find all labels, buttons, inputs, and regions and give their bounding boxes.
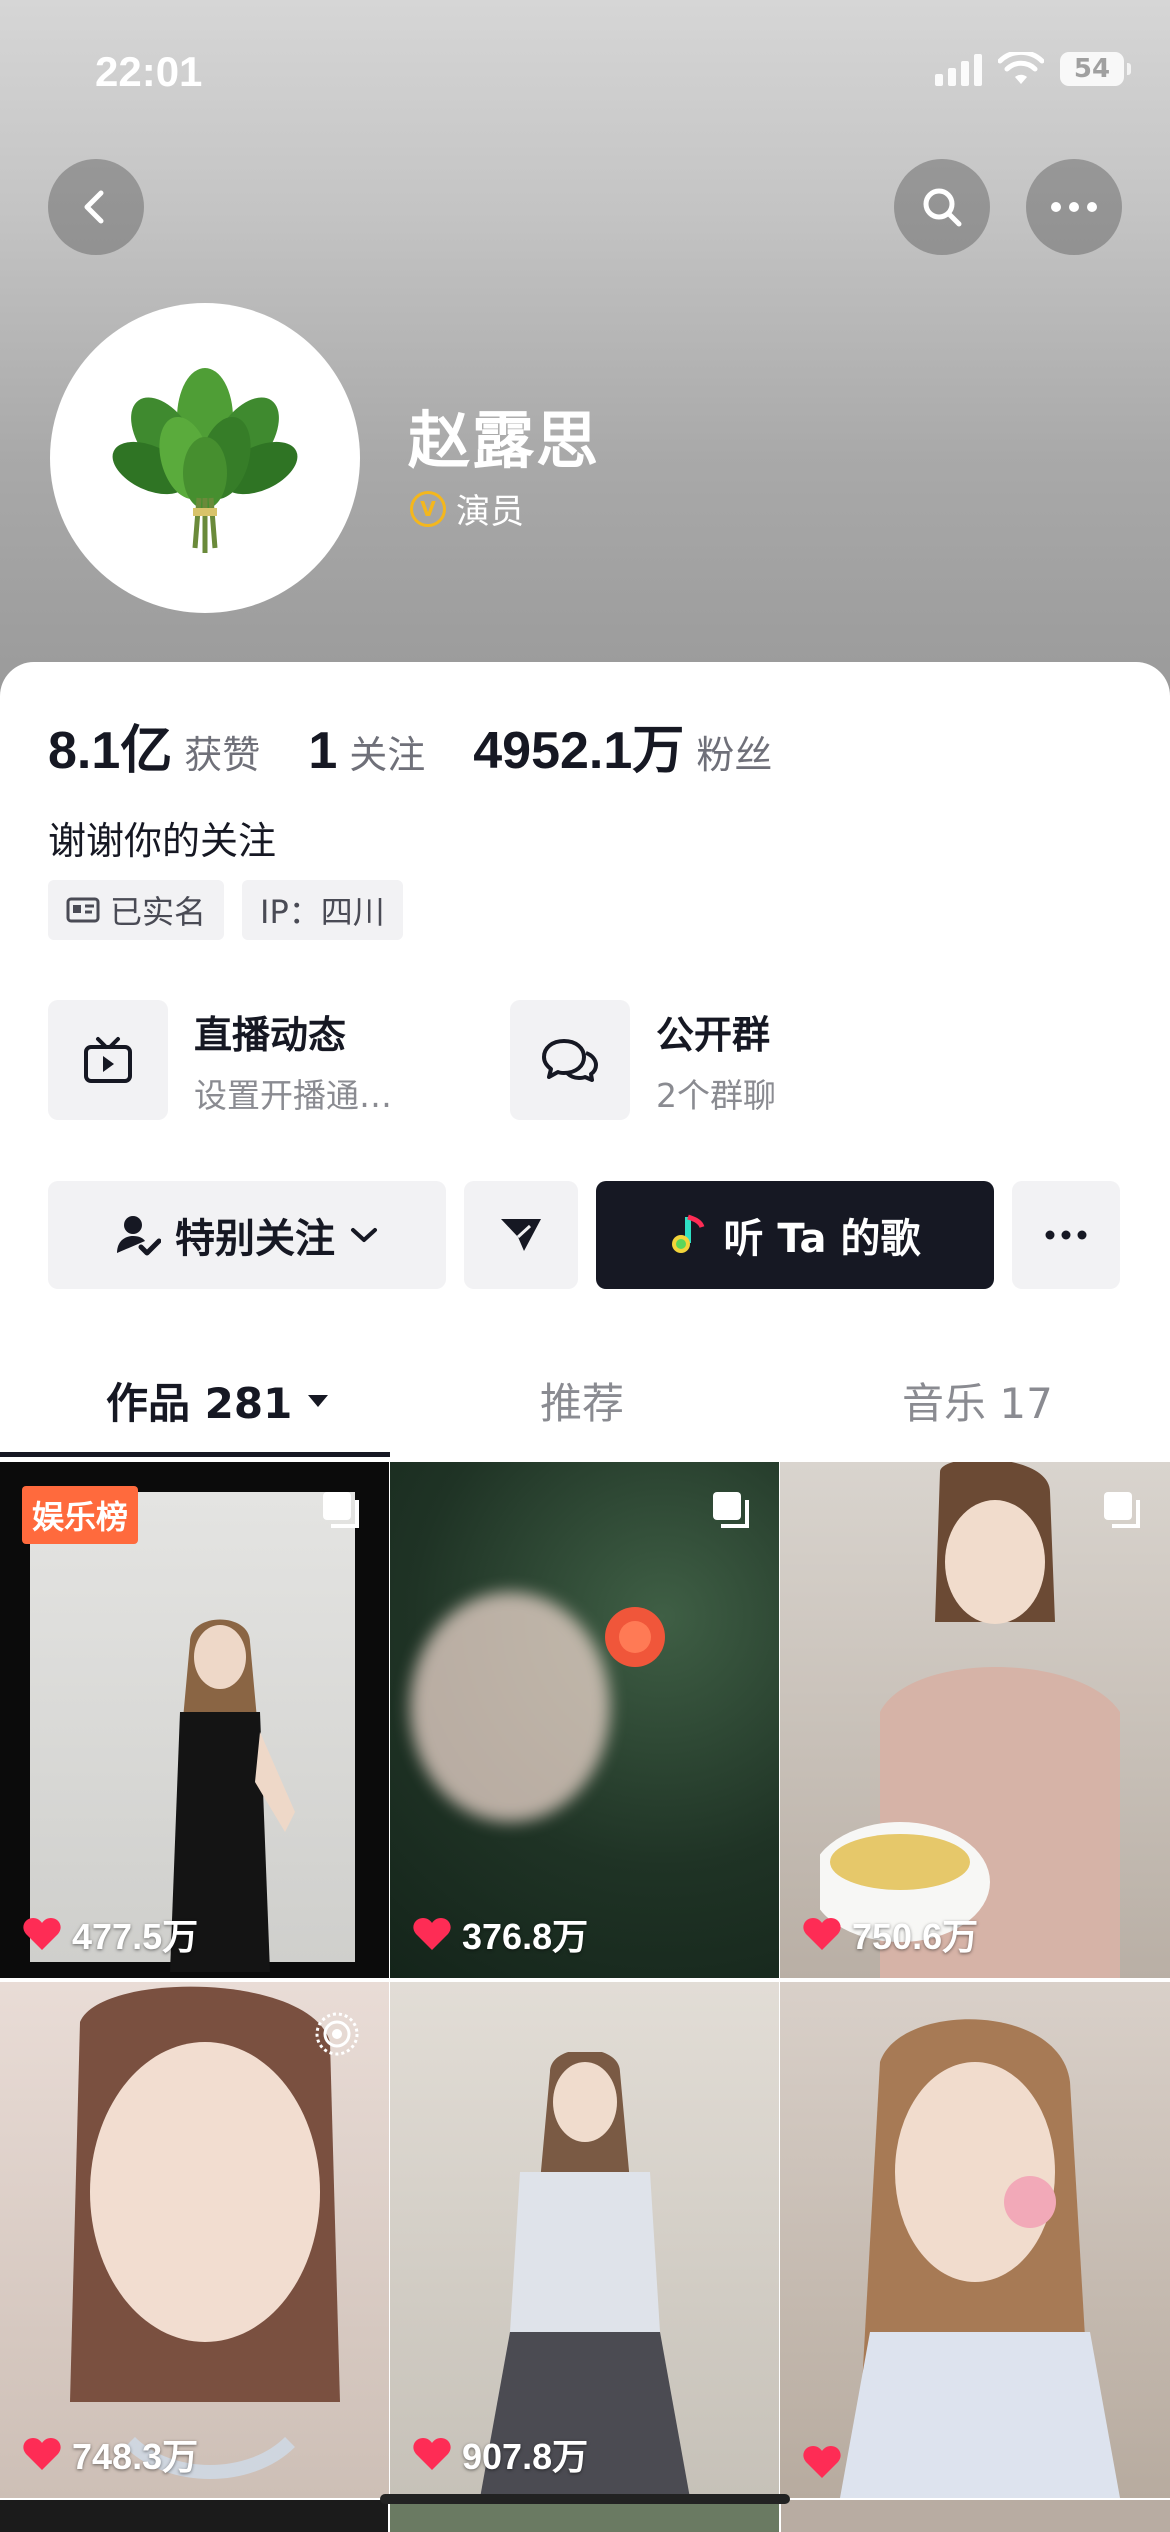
like-count-text: 748.3万	[72, 2436, 199, 2477]
group-sub: 2个群聊	[656, 1075, 776, 1115]
next-row-peek	[0, 2500, 1170, 2532]
like-count-text: 376.8万	[462, 1916, 589, 1957]
video-thumbnail[interactable]: 748.3万	[0, 1982, 389, 2498]
signal-icon	[935, 52, 982, 86]
video-thumbnail[interactable]	[780, 1982, 1170, 2498]
heart-icon	[413, 2438, 451, 2470]
live-photo-icon	[315, 2012, 359, 2056]
verify-title: 演员	[456, 492, 524, 532]
special-follow-label: 特别关注	[175, 1216, 335, 1262]
search-icon	[923, 188, 962, 227]
music-note-icon	[671, 1214, 704, 1253]
like-count-text: 477.5万	[72, 1916, 199, 1957]
tab-recommend[interactable]: 推荐	[540, 1370, 624, 1431]
caret-down-icon	[308, 1394, 329, 1407]
user-name: 赵露思	[408, 404, 601, 477]
video-thumbnail[interactable]: 907.8万	[390, 1982, 779, 2498]
special-follow-button[interactable]: 特别关注	[48, 1181, 446, 1289]
video-grid: 娱乐榜 477.5万 376.8万 750.6万 748.3万 907.8万	[0, 1462, 1170, 2498]
more-dots-icon	[1045, 1230, 1087, 1240]
paper-plane-icon	[501, 1219, 541, 1251]
verification-row: V 演员	[410, 484, 524, 533]
user-check-icon	[117, 1216, 161, 1256]
likes-count: 8.1亿	[48, 722, 173, 780]
group-icon-box	[510, 1000, 630, 1120]
status-time: 22:01	[95, 48, 203, 95]
heart-icon	[803, 2446, 841, 2478]
listen-songs-label: 听 Ta 的歌	[723, 1216, 921, 1262]
likes-label: 获赞	[184, 733, 261, 777]
send-message-button[interactable]	[464, 1181, 578, 1289]
heart-icon	[803, 1918, 841, 1950]
content-tabs: 作品 281 推荐 音乐 17	[0, 1340, 1170, 1460]
more-button[interactable]	[1026, 159, 1122, 255]
chevron-down-icon	[351, 1228, 377, 1242]
heart-icon	[23, 1918, 61, 1950]
tv-icon	[84, 1037, 132, 1083]
red-flower-image	[605, 1607, 665, 1667]
chat-bubbles-icon	[542, 1039, 598, 1082]
search-button[interactable]	[894, 159, 990, 255]
stats-row: 8.1亿 获赞 1 关注 4952.1万 粉丝	[48, 708, 772, 783]
like-count: 750.6万	[802, 1908, 978, 1960]
group-title: 公开群	[656, 1012, 771, 1057]
verified-badge-icon: V	[410, 490, 446, 527]
more-dots-icon	[1051, 202, 1097, 212]
following-count[interactable]: 1	[308, 721, 337, 781]
chevron-left-icon	[84, 190, 104, 224]
like-count: 748.3万	[22, 2428, 198, 2480]
followers-count[interactable]: 4952.1万	[473, 708, 684, 783]
ranking-badge: 娱乐榜	[22, 1486, 139, 1544]
heart-icon	[413, 1918, 451, 1950]
ip-text: IP：四川	[260, 893, 385, 931]
realname-tag: 已实名	[48, 880, 225, 940]
live-feature[interactable]: 直播动态 设置开播通…	[48, 1000, 392, 1120]
action-row: 特别关注 听 Ta 的歌	[48, 1181, 1120, 1289]
ip-tag: IP：四川	[242, 880, 403, 940]
id-card-icon	[66, 897, 100, 923]
profile-page: 22:01 54 赵露思 V 演员 8.1亿 获赞 1 关注 4952.1万 粉…	[0, 0, 1170, 2532]
multi-image-icon	[713, 1492, 749, 1528]
video-thumbnail[interactable]: 娱乐榜 477.5万	[0, 1462, 389, 1978]
multi-image-icon	[323, 1492, 359, 1528]
live-sub: 设置开播通…	[194, 1075, 392, 1115]
active-tab-indicator	[0, 1452, 390, 1457]
back-button[interactable]	[48, 159, 144, 255]
woman-veil-image	[70, 1986, 340, 2479]
group-feature[interactable]: 公开群 2个群聊	[510, 1000, 776, 1120]
live-icon-box	[48, 1000, 168, 1120]
following-label[interactable]: 关注	[349, 724, 425, 779]
followers-label[interactable]: 粉丝	[696, 724, 772, 779]
tab-music[interactable]: 音乐 17	[902, 1370, 1053, 1431]
tab-works[interactable]: 作品 281	[106, 1370, 330, 1431]
video-thumbnail[interactable]: 750.6万	[780, 1462, 1170, 1978]
tag-row: 已实名 IP：四川	[48, 880, 403, 940]
battery-icon: 54	[1060, 52, 1131, 86]
status-icons: 54	[935, 52, 1131, 86]
wifi-icon	[998, 52, 1044, 84]
more-actions-button[interactable]	[1012, 1181, 1120, 1289]
heart-icon	[23, 2438, 61, 2470]
woman-eating-image	[820, 1462, 1120, 1978]
woman-rose-image	[840, 2019, 1120, 2498]
tab-works-label: 作品 281	[106, 1379, 293, 1428]
avatar[interactable]	[50, 303, 360, 613]
video-thumbnail[interactable]: 376.8万	[390, 1462, 779, 1978]
bio-text: 谢谢你的关注	[48, 819, 277, 863]
like-count-text: 907.8万	[462, 2436, 589, 2477]
realname-text: 已实名	[110, 893, 207, 931]
live-title: 直播动态	[194, 1012, 347, 1057]
home-indicator[interactable]	[380, 2494, 790, 2504]
multi-image-icon	[1104, 1492, 1140, 1528]
like-count-text: 750.6万	[852, 1916, 979, 1957]
like-count	[802, 2444, 852, 2480]
listen-songs-button[interactable]: 听 Ta 的歌	[596, 1181, 994, 1289]
like-count: 907.8万	[412, 2428, 588, 2480]
leaf-bouquet-image	[112, 368, 298, 553]
like-count: 477.5万	[22, 1908, 198, 1960]
like-count: 376.8万	[412, 1908, 588, 1960]
